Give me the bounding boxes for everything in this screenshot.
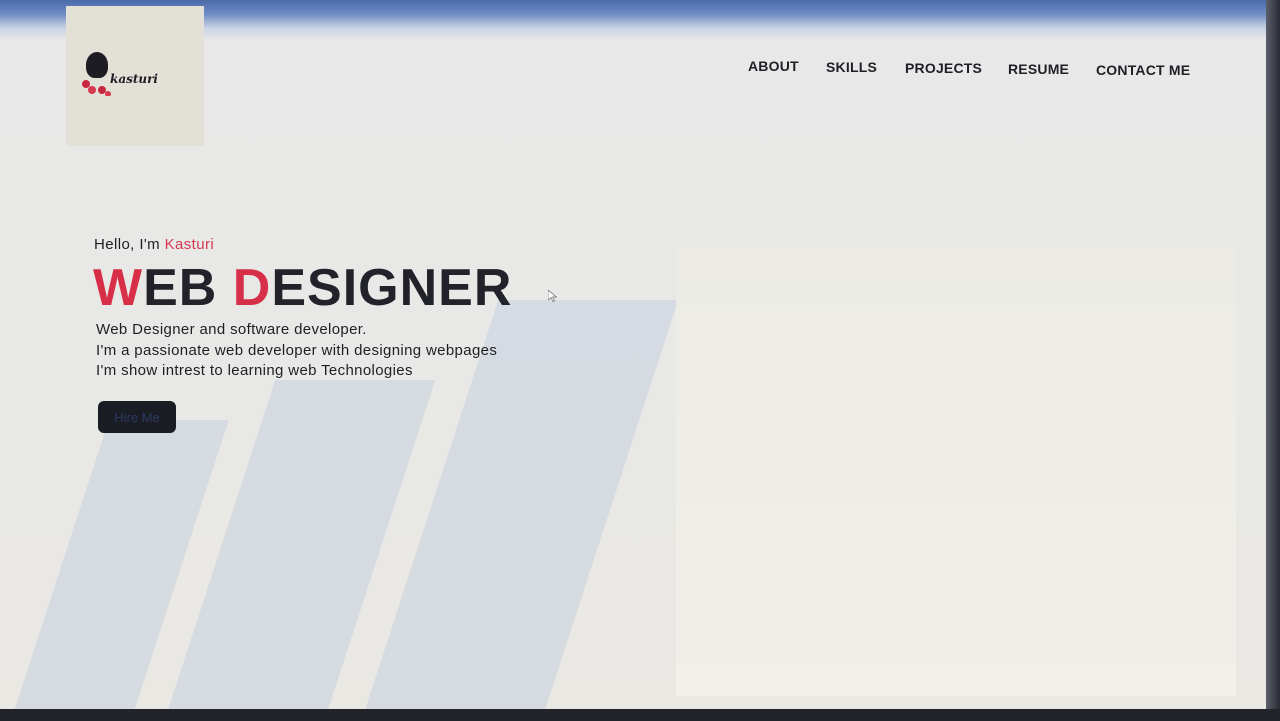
logo-text: kasturi <box>110 72 158 86</box>
nav-skills[interactable]: SKILLS <box>826 59 877 75</box>
description-line: Web Designer and software developer. <box>96 321 367 338</box>
flower-icon <box>82 80 111 96</box>
headline-part-designer: ESIGNER <box>271 259 513 317</box>
nav-contact-me[interactable]: CONTACT ME <box>1096 62 1190 78</box>
nav-resume[interactable]: RESUME <box>1008 61 1069 77</box>
greeting-text: Hello, I'm <box>94 236 165 253</box>
mouse-pointer-icon <box>548 290 557 302</box>
woman-silhouette-icon <box>86 52 108 78</box>
greeting: Hello, I'm Kasturi <box>94 236 214 253</box>
hire-me-button[interactable]: Hire Me <box>98 401 176 433</box>
description-line: I'm a passionate web developer with desi… <box>96 341 498 359</box>
headline-part-web: EB <box>143 259 233 317</box>
headline: WEB DESIGNER <box>93 258 512 318</box>
monitor-bezel-right <box>1266 0 1280 721</box>
description: Web Designer and software developer. I'm… <box>96 320 497 382</box>
hero-name: Kasturi <box>164 236 215 253</box>
photo-background <box>676 248 1236 696</box>
nav-about[interactable]: ABOUT <box>748 58 799 74</box>
headline-accent-w: W <box>93 259 144 317</box>
logo[interactable]: kasturi <box>66 6 204 146</box>
website-screen: kasturi ABOUT SKILLS PROJECTS RESUME CON… <box>0 0 1280 721</box>
headline-accent-d: D <box>232 259 272 317</box>
hero-photo <box>676 248 1236 696</box>
monitor-bezel-bottom <box>0 709 1280 721</box>
description-line: I'm show intrest to learning web Technol… <box>96 362 413 379</box>
nav-projects[interactable]: PROJECTS <box>905 60 982 76</box>
